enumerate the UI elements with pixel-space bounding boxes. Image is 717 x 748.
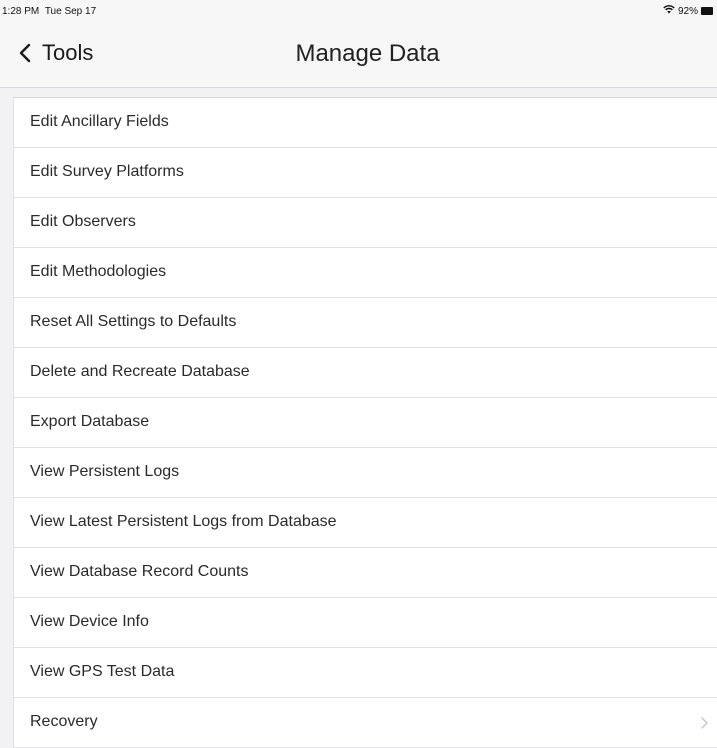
status-bar: 1:28 PM Tue Sep 17 92% <box>0 0 717 22</box>
list-item-edit-observers[interactable]: Edit Observers <box>14 198 717 248</box>
wifi-icon <box>663 5 675 17</box>
list-item-label: Edit Ancillary Fields <box>30 113 169 130</box>
menu-list: Edit Ancillary Fields Edit Survey Platfo… <box>13 97 717 748</box>
list-item-label: View Persistent Logs <box>30 463 180 480</box>
list-item-view-latest-persistent-logs[interactable]: View Latest Persistent Logs from Databas… <box>14 498 717 548</box>
status-date: Tue Sep 17 <box>44 6 97 17</box>
list-item-export-database[interactable]: Export Database <box>14 398 717 448</box>
list-item-view-gps-test-data[interactable]: View GPS Test Data <box>14 648 717 698</box>
list-item-edit-methodologies[interactable]: Edit Methodologies <box>14 248 717 298</box>
list-item-label: View Database Record Counts <box>30 563 249 580</box>
list-item-label: View Latest Persistent Logs from Databas… <box>30 513 337 530</box>
list-item-view-persistent-logs[interactable]: View Persistent Logs <box>14 448 717 498</box>
list-item-label: Edit Observers <box>30 213 136 230</box>
list-item-label: View GPS Test Data <box>30 663 175 680</box>
list-item-label: Edit Methodologies <box>30 263 167 280</box>
status-right: 92% <box>663 5 713 17</box>
navigation-bar: Tools Manage Data <box>0 22 717 88</box>
battery-icon <box>701 7 713 15</box>
list-item-reset-settings[interactable]: Reset All Settings to Defaults <box>14 298 717 348</box>
list-item-view-record-counts[interactable]: View Database Record Counts <box>14 548 717 598</box>
list-item-label: Reset All Settings to Defaults <box>30 313 237 330</box>
status-clock: 1:28 PM <box>2 6 40 17</box>
list-item-edit-survey-platforms[interactable]: Edit Survey Platforms <box>14 148 717 198</box>
list-item-label: Recovery <box>30 713 98 730</box>
list-item-recovery[interactable]: Recovery <box>14 698 717 748</box>
list-item-label: View Device Info <box>30 613 149 630</box>
list-item-label: Export Database <box>30 413 150 430</box>
list-item-view-device-info[interactable]: View Device Info <box>14 598 717 648</box>
status-time: 1:28 PM Tue Sep 17 <box>2 6 96 17</box>
page-title: Manage Data <box>295 40 440 67</box>
list-item-label: Delete and Recreate Database <box>30 363 250 380</box>
battery-percent: 92% <box>677 5 698 17</box>
list-item-delete-recreate-database[interactable]: Delete and Recreate Database <box>14 348 717 398</box>
chevron-right-icon <box>701 716 708 734</box>
list-item-label: Edit Survey Platforms <box>30 163 184 180</box>
list-item-edit-ancillary-fields[interactable]: Edit Ancillary Fields <box>14 98 717 148</box>
